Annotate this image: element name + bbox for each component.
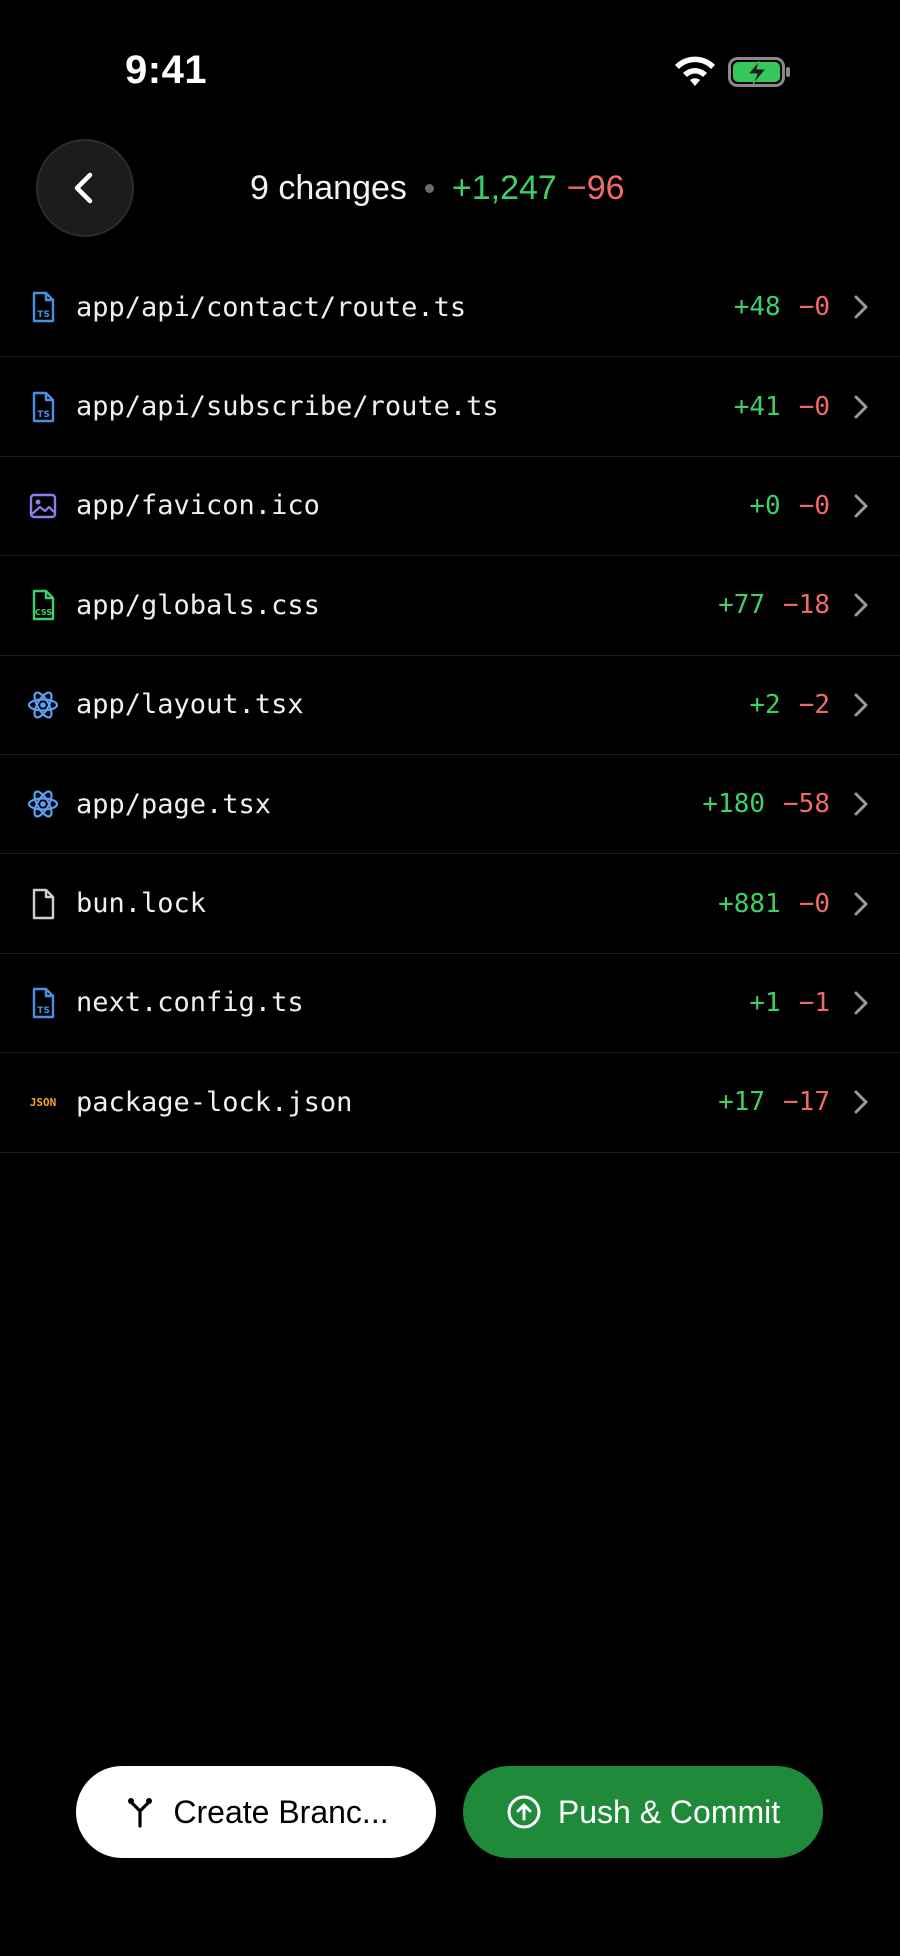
chevron-right-icon xyxy=(854,892,868,916)
svg-text:TS: TS xyxy=(37,1006,50,1016)
file-path: package-lock.json xyxy=(76,1086,353,1118)
file-deletions: −1 xyxy=(798,987,830,1018)
file-row[interactable]: TS next.config.ts +1 −1 xyxy=(0,954,900,1054)
chevron-right-icon xyxy=(854,593,868,617)
file-diff-stats: +1 −1 xyxy=(749,988,830,1018)
file-additions: +48 xyxy=(733,292,781,323)
file-diff-stats: +17 −17 xyxy=(718,1087,830,1117)
arrow-up-circle-icon xyxy=(506,1794,542,1830)
file-row[interactable]: app/page.tsx +180 −58 xyxy=(0,755,900,855)
file-path: app/favicon.ico xyxy=(76,490,320,522)
file-path: app/globals.css xyxy=(76,589,320,621)
file-deletions: −58 xyxy=(783,789,830,820)
file-path: app/api/subscribe/route.ts xyxy=(76,391,499,423)
chevron-right-icon xyxy=(854,395,868,419)
file-deletions: −17 xyxy=(783,1087,830,1118)
status-bar: 9:41 xyxy=(0,0,900,140)
file-row[interactable]: app/favicon.ico +0 −0 xyxy=(0,457,900,557)
file-additions: +41 xyxy=(733,391,781,422)
file-diff-stats: +881 −0 xyxy=(718,889,830,919)
svg-text:JSON: JSON xyxy=(30,1096,57,1109)
file-row[interactable]: CSS app/globals.css +77 −18 xyxy=(0,556,900,656)
changes-summary: 9 changes +1,247 −96 xyxy=(250,164,625,212)
changed-files-list: TS app/api/contact/route.ts +48 −0 TS app/… xyxy=(0,258,900,1153)
file-deletions: −0 xyxy=(798,292,830,323)
svg-text:TS: TS xyxy=(37,410,50,420)
react-file-icon xyxy=(26,787,60,821)
file-path: bun.lock xyxy=(76,888,207,920)
file-diff-stats: +0 −0 xyxy=(749,491,830,521)
file-deletions: −2 xyxy=(798,689,830,720)
back-button[interactable] xyxy=(36,139,134,237)
file-additions: +77 xyxy=(718,590,766,621)
file-path: app/api/contact/route.ts xyxy=(76,291,467,323)
chevron-right-icon xyxy=(854,693,868,717)
file-row[interactable]: app/layout.tsx +2 −2 xyxy=(0,656,900,755)
file-diff-stats: +2 −2 xyxy=(749,690,830,720)
create-branch-button[interactable]: Create Branc... xyxy=(76,1766,436,1858)
svg-text:TS: TS xyxy=(37,310,50,320)
file-diff-stats: +180 −58 xyxy=(702,789,830,819)
file-path: app/layout.tsx xyxy=(76,689,304,721)
json-file-icon: JSON xyxy=(26,1085,60,1119)
file-row[interactable]: TS app/api/contact/route.ts +48 −0 xyxy=(0,258,900,358)
total-deletions: −96 xyxy=(566,168,625,207)
push-commit-label: Push & Commit xyxy=(557,1793,781,1830)
typescript-file-icon: TS xyxy=(26,290,60,324)
file-path: next.config.ts xyxy=(76,987,304,1019)
chevron-right-icon xyxy=(854,295,868,319)
file-row[interactable]: bun.lock +881 −0 xyxy=(0,854,900,954)
separator-dot xyxy=(424,183,434,193)
image-file-icon xyxy=(26,489,60,523)
file-row[interactable]: JSON package-lock.json +17 −17 xyxy=(0,1053,900,1153)
file-deletions: −0 xyxy=(798,391,830,422)
file-additions: +17 xyxy=(718,1087,766,1118)
file-additions: +0 xyxy=(749,490,781,521)
file-additions: +1 xyxy=(749,987,781,1018)
status-time: 9:41 xyxy=(125,48,208,92)
file-additions: +2 xyxy=(749,689,781,720)
create-branch-label: Create Branc... xyxy=(173,1793,389,1830)
changes-count: 9 changes xyxy=(250,168,407,207)
wifi-icon xyxy=(675,56,715,86)
chevron-right-icon xyxy=(854,792,868,816)
battery-charging-icon xyxy=(728,57,790,87)
file-diff-stats: +48 −0 xyxy=(734,292,830,322)
chevron-right-icon xyxy=(854,494,868,518)
generic-file-icon xyxy=(26,887,60,921)
branch-icon xyxy=(123,1795,157,1829)
file-additions: +881 xyxy=(718,888,781,919)
file-row[interactable]: TS app/api/subscribe/route.ts +41 −0 xyxy=(0,357,900,457)
chevron-right-icon xyxy=(854,1090,868,1114)
chevron-right-icon xyxy=(854,991,868,1015)
chevron-left-icon xyxy=(74,172,93,204)
file-path: app/page.tsx xyxy=(76,788,272,820)
total-additions: +1,247 xyxy=(451,168,557,207)
push-commit-button[interactable]: Push & Commit xyxy=(463,1766,823,1858)
react-file-icon xyxy=(26,688,60,722)
typescript-file-icon: TS xyxy=(26,390,60,424)
svg-text:CSS: CSS xyxy=(35,608,52,617)
file-deletions: −0 xyxy=(798,490,830,521)
file-diff-stats: +41 −0 xyxy=(734,392,830,422)
file-diff-stats: +77 −18 xyxy=(718,590,830,620)
file-additions: +180 xyxy=(702,789,766,820)
file-deletions: −0 xyxy=(798,888,830,919)
file-deletions: −18 xyxy=(783,590,830,621)
typescript-file-icon: TS xyxy=(26,986,60,1020)
css-file-icon: CSS xyxy=(26,588,60,622)
